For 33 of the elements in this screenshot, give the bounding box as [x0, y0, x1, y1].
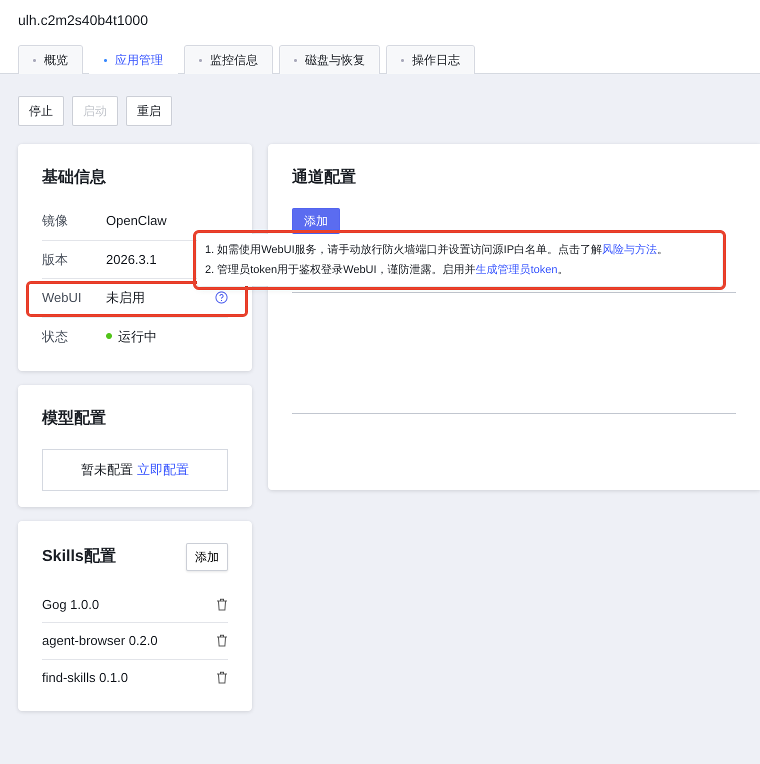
field-value: 运行中 — [118, 328, 157, 346]
tooltip-link[interactable]: 生成管理员token — [476, 264, 558, 276]
configure-link[interactable]: 立即配置 — [136, 462, 189, 477]
field-label: 镜像 — [42, 212, 69, 230]
skill-name: Gog 1.0.0 — [42, 596, 100, 614]
field-label: 状态 — [42, 328, 69, 346]
add-button[interactable]: 添加 — [186, 542, 228, 570]
card-title: 通道配置 — [292, 167, 357, 188]
empty-text: 暂未配置 — [81, 462, 134, 477]
field-label: 版本 — [42, 250, 69, 268]
tooltip-line: 2. 管理员token用于鉴权登录WebUI，谨防泄露。启用并生成管理员token。 — [205, 262, 570, 278]
tab[interactable]: 操作日志 — [386, 45, 475, 74]
field-label: WebUI — [42, 289, 82, 307]
card-title: Skills配置 — [42, 546, 116, 566]
action-button[interactable]: 重启 — [126, 96, 172, 126]
card-title: 模型配置 — [42, 408, 107, 429]
trash-icon[interactable] — [216, 670, 228, 684]
instance-name: ulh.c2m2s40b4t1000 — [18, 11, 149, 30]
trash-icon[interactable] — [216, 634, 228, 648]
field-value: OpenClaw — [106, 212, 167, 230]
skill-name: agent-browser 0.2.0 — [42, 632, 158, 650]
field-value: 2026.3.1 — [106, 250, 157, 268]
action-button[interactable]: 停止 — [18, 96, 64, 126]
card-title: 基础信息 — [42, 168, 107, 188]
tooltip-line: 1. 如需使用WebUI服务，请手动放行防火墙端口并设置访问源IP白名单。点击了解风险与方法。 — [205, 242, 670, 258]
tab[interactable]: 概览 — [18, 45, 83, 74]
field-value: 未启用 — [106, 289, 145, 307]
help-icon[interactable] — [215, 291, 228, 304]
tab[interactable]: 监控信息 — [184, 45, 273, 74]
tab[interactable]: 磁盘与恢复 — [279, 45, 380, 74]
trash-icon[interactable] — [216, 598, 228, 611]
skill-name: find-skills 0.1.0 — [42, 668, 128, 686]
tooltip-link[interactable]: 风险与方法 — [602, 244, 658, 256]
